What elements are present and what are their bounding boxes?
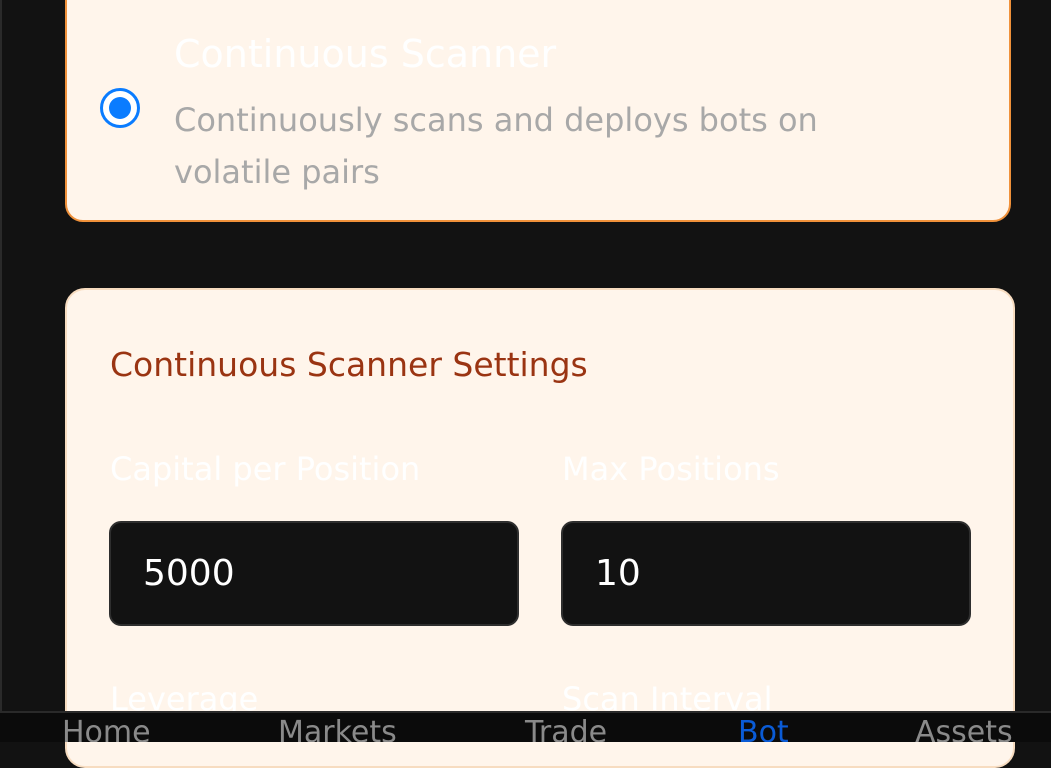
nav-trade[interactable]: Trade [525,715,607,742]
nav-bot[interactable]: Bot [738,715,789,742]
max-positions-input[interactable] [561,521,971,626]
bottom-navigation: Home Markets Trade Bot Assets [0,711,1051,742]
capital-per-position-label: Capital per Position [110,450,421,488]
settings-panel-title: Continuous Scanner Settings [110,345,588,384]
mode-option-description: Continuously scans and deploys bots on v… [174,101,818,191]
nav-assets[interactable]: Assets [915,715,1013,742]
radio-dot [109,97,131,119]
nav-home[interactable]: Home [62,715,151,742]
window-edge [0,0,2,742]
settings-panel: Continuous Scanner Settings Capital per … [65,288,1015,768]
max-positions-label: Max Positions [562,450,780,488]
radio-selected-icon[interactable] [100,88,140,128]
mode-option-title: Continuous Scanner [174,32,557,76]
capital-per-position-input[interactable] [109,521,519,626]
nav-markets[interactable]: Markets [278,715,397,742]
mode-option-continuous-scanner[interactable]: Continuous Scanner Continuously scans an… [65,0,1011,222]
